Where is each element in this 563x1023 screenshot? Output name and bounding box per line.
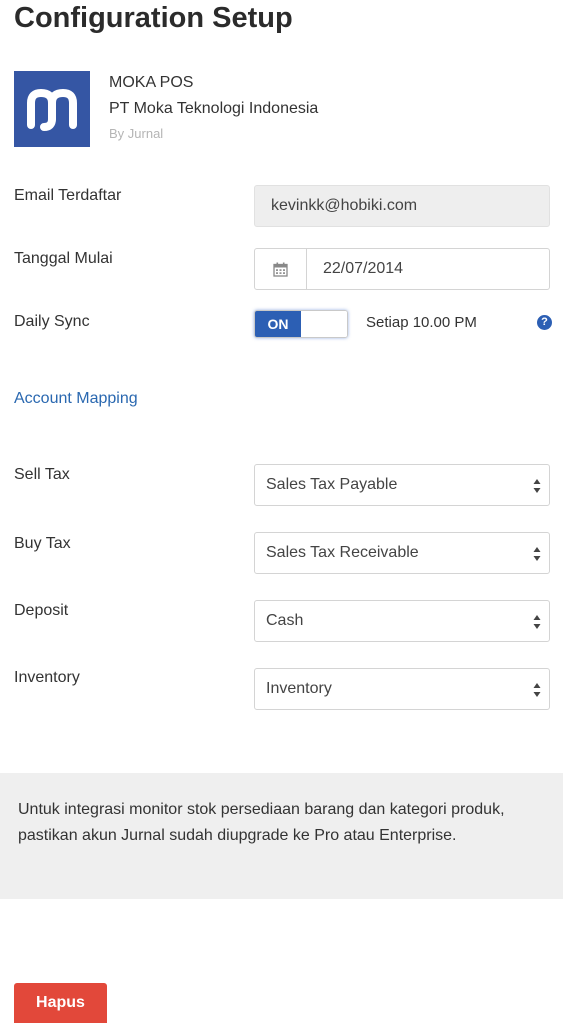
buy-tax-label: Buy Tax [14,535,71,552]
inventory-label: Inventory [14,669,80,686]
account-mapping-link[interactable]: Account Mapping [14,390,138,408]
daily-sync-toggle[interactable]: ON [254,310,348,338]
app-name: MOKA POS [109,74,194,91]
buy-tax-select[interactable]: Sales Tax Receivable [254,532,550,574]
sell-tax-select[interactable]: Sales Tax Payable [254,464,550,506]
email-value: kevinkk@hobiki.com [271,197,418,214]
page-title: Configuration Setup [14,2,293,34]
calendar-icon[interactable] [255,249,307,289]
select-arrows-icon [533,547,541,561]
sell-tax-label: Sell Tax [14,466,70,483]
select-arrows-icon [533,683,541,697]
deposit-label: Deposit [14,602,69,619]
toggle-on-label: ON [255,311,301,337]
sync-schedule: Setiap 10.00 PM [366,314,477,331]
select-arrows-icon [533,479,541,493]
app-provider: By Jurnal [109,126,164,141]
email-field: kevinkk@hobiki.com [254,185,550,227]
start-date-value: 22/07/2014 [323,260,404,277]
daily-sync-label: Daily Sync [14,313,90,330]
buy-tax-value: Sales Tax Receivable [266,544,419,561]
app-company: PT Moka Teknologi Indonesia [109,100,319,117]
sell-tax-value: Sales Tax Payable [266,476,398,493]
moka-logo-icon [14,71,90,147]
email-label: Email Terdaftar [14,187,122,204]
toggle-knob [301,311,347,337]
inventory-value: Inventory [266,680,332,697]
inventory-select[interactable]: Inventory [254,668,550,710]
upgrade-notice-text: Untuk integrasi monitor stok persediaan … [18,801,505,844]
delete-button[interactable]: Hapus [14,983,107,1023]
deposit-value: Cash [266,612,304,629]
question-icon[interactable]: ? [537,315,552,330]
upgrade-notice: Untuk integrasi monitor stok persediaan … [0,773,563,899]
start-date-label: Tanggal Mulai [14,250,113,267]
select-arrows-icon [533,615,541,629]
deposit-select[interactable]: Cash [254,600,550,642]
start-date-input[interactable]: 22/07/2014 [254,248,550,290]
